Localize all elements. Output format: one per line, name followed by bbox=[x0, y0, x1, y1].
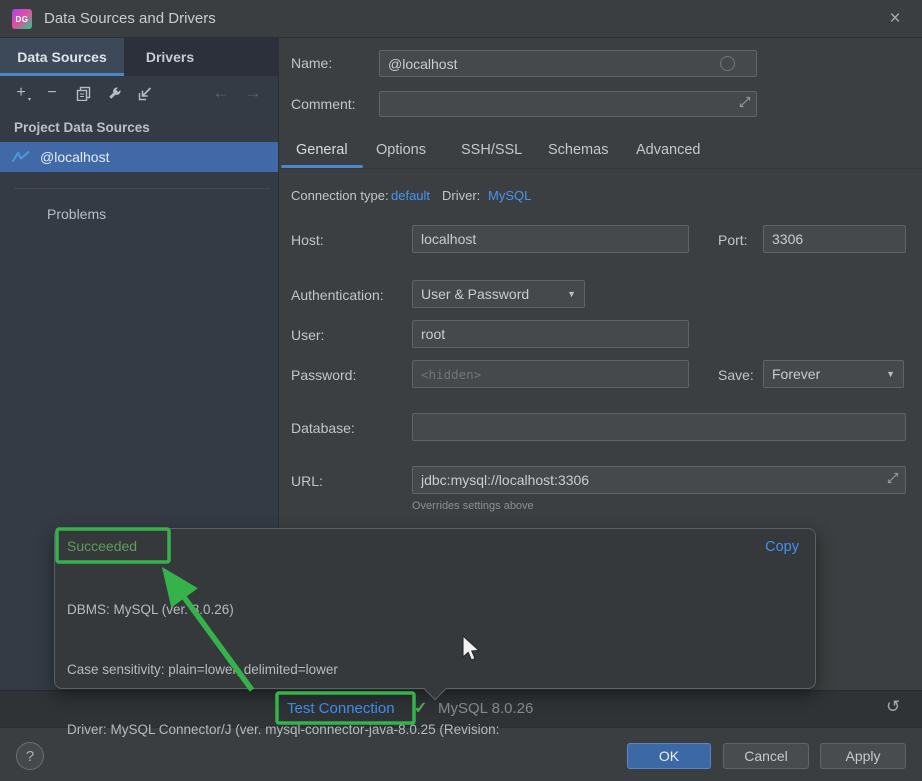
save-select[interactable]: Forever ▼ bbox=[763, 360, 904, 388]
port-label: Port: bbox=[718, 232, 748, 248]
database-label: Database: bbox=[291, 420, 355, 436]
sidebar-tabstrip: Data Sources Drivers bbox=[0, 38, 278, 76]
sidebar-divider bbox=[14, 188, 270, 189]
properties-button[interactable] bbox=[103, 82, 125, 104]
add-button[interactable]: + ▾ bbox=[10, 82, 32, 104]
comment-input[interactable] bbox=[379, 91, 757, 117]
name-spinner-icon bbox=[720, 56, 735, 71]
minus-icon: − bbox=[47, 84, 56, 102]
user-input[interactable] bbox=[412, 320, 689, 348]
host-input[interactable] bbox=[412, 225, 689, 253]
data-sources-dialog: DG Data Sources and Drivers × Data Sourc… bbox=[0, 0, 922, 781]
tab-schemas[interactable]: Schemas bbox=[548, 142, 608, 158]
user-label: User: bbox=[291, 327, 324, 343]
detail-line: Driver: MySQL Connector/J (ver. mysql-co… bbox=[67, 720, 499, 740]
datagrip-logo-icon: DG bbox=[12, 9, 32, 29]
tab-drivers-label: Drivers bbox=[146, 49, 194, 65]
forward-arrow-icon: → bbox=[245, 83, 262, 103]
save-value: Forever bbox=[772, 366, 820, 382]
name-input[interactable] bbox=[379, 50, 757, 77]
back-button[interactable]: ← bbox=[210, 82, 232, 104]
back-arrow-icon: ← bbox=[213, 83, 230, 103]
title-bar: DG Data Sources and Drivers × bbox=[0, 0, 922, 38]
authentication-value: User & Password bbox=[421, 286, 529, 302]
forward-button[interactable]: → bbox=[242, 82, 264, 104]
port-input[interactable] bbox=[763, 225, 906, 253]
sidebar-item-label: @localhost bbox=[40, 149, 109, 165]
tab-advanced[interactable]: Advanced bbox=[636, 142, 701, 158]
authentication-label: Authentication: bbox=[291, 287, 384, 303]
chevron-down-icon: ▼ bbox=[886, 369, 895, 379]
password-input[interactable] bbox=[412, 360, 689, 388]
driver-label: Driver: bbox=[442, 188, 480, 203]
comment-expand-icon[interactable] bbox=[739, 96, 751, 108]
cancel-button[interactable]: Cancel bbox=[723, 743, 809, 769]
tab-ssh-ssl[interactable]: SSH/SSL bbox=[461, 142, 522, 158]
save-label: Save: bbox=[718, 367, 754, 383]
add-dropdown-caret-icon: ▾ bbox=[28, 96, 31, 103]
authentication-select[interactable]: User & Password ▼ bbox=[412, 280, 585, 308]
url-note: Overrides settings above bbox=[412, 500, 534, 512]
detail-line: DBMS: MySQL (ver. 8.0.26) bbox=[67, 600, 499, 620]
revert-icon[interactable]: ↺ bbox=[886, 697, 900, 717]
name-label: Name: bbox=[291, 55, 332, 71]
tabs-divider bbox=[279, 168, 922, 169]
dialog-title: Data Sources and Drivers bbox=[44, 10, 216, 27]
chevron-down-icon: ▼ bbox=[567, 289, 576, 299]
import-button[interactable] bbox=[134, 82, 156, 104]
detail-line: Case sensitivity: plain=lower, delimited… bbox=[67, 660, 499, 680]
sidebar-item-localhost[interactable]: @localhost bbox=[0, 142, 278, 172]
help-button[interactable]: ? bbox=[16, 742, 44, 770]
driver-link[interactable]: MySQL bbox=[488, 188, 531, 203]
duplicate-button[interactable] bbox=[72, 82, 94, 104]
connection-result-popup: Succeeded Copy DBMS: MySQL (ver. 8.0.26)… bbox=[54, 528, 816, 689]
host-label: Host: bbox=[291, 232, 324, 248]
connection-type-link[interactable]: default bbox=[391, 188, 430, 203]
project-data-sources-heading: Project Data Sources bbox=[14, 120, 150, 135]
copy-icon bbox=[76, 86, 91, 101]
tab-data-sources-label: Data Sources bbox=[17, 49, 106, 65]
problems-section[interactable]: Problems bbox=[47, 206, 106, 222]
password-label: Password: bbox=[291, 367, 356, 383]
connection-type-label: Connection type: bbox=[291, 188, 389, 203]
copy-link[interactable]: Copy bbox=[765, 539, 799, 555]
url-expand-icon[interactable] bbox=[887, 472, 899, 484]
mysql-dolphin-icon bbox=[12, 150, 30, 164]
general-tab-underline bbox=[281, 165, 363, 168]
sidebar-toolbar: + ▾ − bbox=[0, 76, 278, 110]
apply-button[interactable]: Apply bbox=[820, 743, 906, 769]
tab-general[interactable]: General bbox=[296, 142, 348, 158]
connection-status-text: Succeeded bbox=[67, 538, 137, 554]
connection-details: DBMS: MySQL (ver. 8.0.26) Case sensitivi… bbox=[67, 560, 499, 781]
ok-button[interactable]: OK bbox=[627, 743, 711, 769]
database-input[interactable] bbox=[412, 413, 906, 441]
url-label: URL: bbox=[291, 473, 323, 489]
tab-drivers[interactable]: Drivers bbox=[124, 38, 216, 76]
remove-button[interactable]: − bbox=[41, 82, 63, 104]
question-mark-icon: ? bbox=[26, 748, 34, 765]
tab-data-sources[interactable]: Data Sources bbox=[0, 38, 124, 76]
import-icon bbox=[138, 86, 153, 101]
comment-label: Comment: bbox=[291, 96, 356, 112]
url-input[interactable] bbox=[412, 466, 906, 494]
close-icon[interactable]: × bbox=[882, 6, 908, 32]
plus-icon: + bbox=[16, 84, 25, 102]
history-nav: ← → bbox=[210, 82, 278, 104]
tab-options[interactable]: Options bbox=[376, 142, 426, 158]
wrench-icon bbox=[107, 86, 122, 101]
